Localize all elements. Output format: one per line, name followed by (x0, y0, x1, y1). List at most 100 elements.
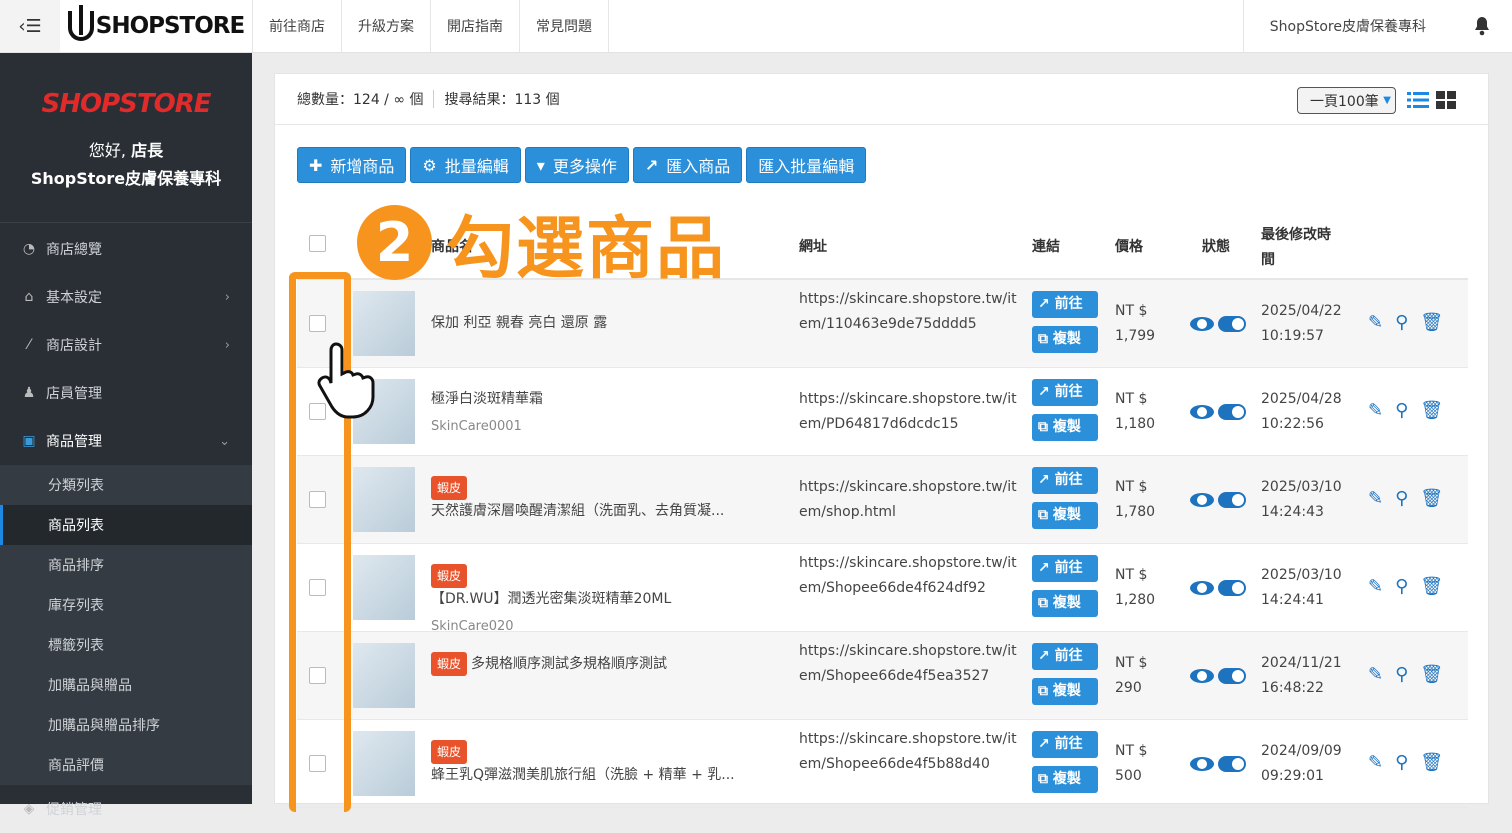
go-button[interactable]: ↗ 前往 (1032, 291, 1098, 318)
edit-icon[interactable]: ✎ (1368, 664, 1383, 685)
search-icon[interactable]: ⚲ (1395, 400, 1408, 421)
edit-icon[interactable]: ✎ (1368, 752, 1383, 773)
nav-upgrade[interactable]: 升級方案 (342, 0, 431, 52)
product-name[interactable]: 極淨白淡斑精華霜 (431, 391, 543, 407)
status-toggle[interactable] (1218, 580, 1246, 596)
status-cell (1190, 756, 1246, 772)
trash-icon[interactable]: 🗑 (1420, 752, 1443, 773)
gear-icon: ⚙ (422, 155, 437, 175)
search-icon[interactable]: ⚲ (1395, 752, 1408, 773)
go-button[interactable]: ↗ 前往 (1032, 643, 1098, 670)
per-page-value: 一頁100筆 (1310, 93, 1379, 110)
greeting-prefix: 您好, (88, 141, 126, 160)
sidebar-subitem-categories[interactable]: 分類列表 (0, 465, 252, 505)
status-toggle[interactable] (1218, 404, 1246, 420)
sidebar-subitem-addons-sort[interactable]: 加購品與贈品排序 (0, 705, 252, 745)
nav-faq[interactable]: 常見問題 (520, 0, 609, 52)
go-button[interactable]: ↗ 前往 (1032, 555, 1098, 582)
product-name[interactable]: 保加 利亞 親春 亮白 還原 露 (431, 315, 607, 331)
sidebar-item-label: 商店總覽 (46, 242, 102, 258)
eye-icon[interactable] (1190, 493, 1214, 507)
go-button[interactable]: ↗ 前往 (1032, 379, 1098, 406)
trash-icon[interactable]: 🗑 (1420, 400, 1443, 421)
sidebar-subitem-reviews[interactable]: 商品評價 (0, 745, 252, 785)
search-icon[interactable]: ⚲ (1395, 312, 1408, 333)
per-page-select[interactable]: 一頁100筆 ▼ (1297, 87, 1396, 114)
go-button[interactable]: ↗ 前往 (1032, 467, 1098, 494)
modified-clock: 10:22:56 (1261, 416, 1324, 432)
bulk-edit-button[interactable]: ⚙ 批量編輯 (410, 147, 521, 183)
copy-button[interactable]: ⧉ 複製 (1032, 678, 1098, 705)
shopee-tag: 蝦皮 (431, 564, 468, 588)
edit-icon[interactable]: ✎ (1368, 312, 1383, 333)
trash-icon[interactable]: 🗑 (1420, 488, 1443, 509)
sidebar-item-products[interactable]: ▣ 商品管理 ⌄ (0, 417, 252, 465)
sidebar-item-overview[interactable]: ◔ 商店總覽 (0, 225, 252, 273)
product-name[interactable]: 【DR.WU】潤透光密集淡斑精華20ML (431, 591, 671, 607)
eye-icon[interactable] (1190, 405, 1214, 419)
select-all-checkbox[interactable] (309, 235, 326, 252)
table-row: 極淨白淡斑精華霜 SkinCare0001 https://skincare.sho… (297, 368, 1468, 456)
product-name[interactable]: 天然護膚深層喚醒清潔組（洗面乳、去角質凝... (431, 503, 724, 519)
sidebar-subitem-product-sort[interactable]: 商品排序 (0, 545, 252, 585)
copy-button[interactable]: ⧉ 複製 (1032, 502, 1098, 529)
annotation-callout: 2 勾選商品 (357, 193, 726, 292)
status-toggle[interactable] (1218, 316, 1246, 332)
product-name[interactable]: 蜂王乳Q彈滋潤美肌旅行組（洗臉 + 精華 + 乳... (431, 767, 735, 783)
list-view-icon[interactable] (1407, 90, 1429, 110)
sidebar-item-store-design[interactable]: ⁄ 商店設計 › (0, 321, 252, 369)
edit-icon[interactable]: ✎ (1368, 488, 1383, 509)
top-logo[interactable]: SHOPSTORE (60, 0, 253, 52)
menu-toggle-icon[interactable]: ‹☰ (0, 0, 60, 52)
edit-icon[interactable]: ✎ (1368, 400, 1383, 421)
trash-icon[interactable]: 🗑 (1420, 664, 1443, 685)
sidebar-item-basic-settings[interactable]: ⌂ 基本設定 › (0, 273, 252, 321)
nav-go-store[interactable]: 前往商店 (253, 0, 342, 52)
button-label: 新增商品 (330, 157, 395, 176)
button-label: 匯入批量編輯 (758, 157, 855, 176)
edit-icon[interactable]: ✎ (1368, 576, 1383, 597)
trash-icon[interactable]: 🗑 (1420, 576, 1443, 597)
import-products-button[interactable]: ↗ 匯入商品 (632, 147, 743, 183)
product-thumbnail[interactable] (353, 555, 415, 620)
grid-view-icon[interactable] (1436, 90, 1456, 110)
product-name[interactable]: 多規格順序測試多規格順序測試 (471, 656, 667, 672)
sidebar-subitem-product-list[interactable]: 商品列表 (0, 505, 252, 545)
sidebar-subitem-addons[interactable]: 加購品與贈品 (0, 665, 252, 705)
more-actions-button[interactable]: ▾ 更多操作 (524, 147, 629, 183)
sidebar-item-promotions[interactable]: ◈ 促銷管理 (0, 785, 252, 833)
copy-button[interactable]: ⧉ 複製 (1032, 590, 1098, 617)
search-icon[interactable]: ⚲ (1395, 664, 1408, 685)
sidebar-subitem-inventory[interactable]: 庫存列表 (0, 585, 252, 625)
status-toggle[interactable] (1218, 756, 1246, 772)
search-icon[interactable]: ⚲ (1395, 488, 1408, 509)
bell-icon[interactable] (1452, 16, 1512, 36)
button-label: 前往 (1054, 384, 1083, 400)
modified-date: 2025/04/28 (1261, 391, 1342, 407)
eye-icon[interactable] (1190, 757, 1214, 771)
nav-guide[interactable]: 開店指南 (431, 0, 520, 52)
copy-button[interactable]: ⧉ 複製 (1032, 766, 1098, 793)
search-icon[interactable]: ⚲ (1395, 576, 1408, 597)
product-thumbnail[interactable] (353, 731, 415, 796)
go-button[interactable]: ↗ 前往 (1032, 731, 1098, 758)
trash-icon[interactable]: 🗑 (1420, 312, 1443, 333)
import-bulk-edit-button[interactable]: 匯入批量編輯 (746, 147, 867, 183)
product-thumbnail[interactable] (353, 467, 415, 532)
store-name[interactable]: ShopStore皮膚保養專科 (1242, 0, 1452, 52)
eye-icon[interactable] (1190, 581, 1214, 595)
eye-icon[interactable] (1190, 669, 1214, 683)
table-row: 蝦皮 蜂王乳Q彈滋潤美肌旅行組（洗臉 + 精華 + 乳... https://ski… (297, 720, 1468, 808)
eye-icon[interactable] (1190, 317, 1214, 331)
sidebar-subitem-tags[interactable]: 標籤列表 (0, 625, 252, 665)
copy-button[interactable]: ⧉ 複製 (1032, 326, 1098, 353)
status-toggle[interactable] (1218, 668, 1246, 684)
product-thumbnail[interactable] (353, 643, 415, 708)
price-cell: NT $ 290 (1115, 651, 1147, 701)
add-product-button[interactable]: ✚ 新增商品 (297, 147, 407, 183)
total-count: 總數量：124 / ∞ 個 (297, 92, 424, 108)
status-toggle[interactable] (1218, 492, 1246, 508)
table-row: 蝦皮 天然護膚深層喚醒清潔組（洗面乳、去角質凝... https://skincar… (297, 456, 1468, 544)
copy-button[interactable]: ⧉ 複製 (1032, 414, 1098, 441)
sidebar-item-staff[interactable]: ♟ 店員管理 (0, 369, 252, 417)
